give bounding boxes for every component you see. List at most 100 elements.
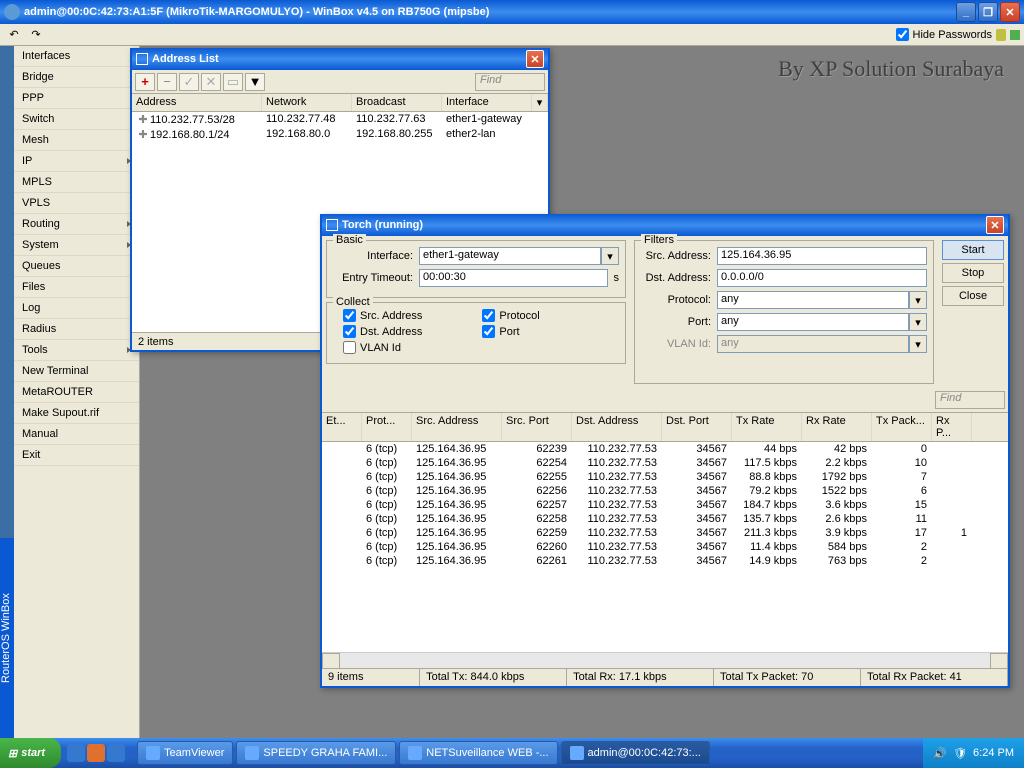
- table-row[interactable]: 6 (tcp)125.164.36.9562239110.232.77.5334…: [322, 442, 1008, 456]
- table-row[interactable]: 6 (tcp)125.164.36.9562258110.232.77.5334…: [322, 512, 1008, 526]
- sidebar-item-log[interactable]: Log: [14, 298, 139, 319]
- hide-passwords-toggle[interactable]: Hide Passwords: [896, 28, 992, 41]
- tray-icon[interactable]: 🔊: [933, 747, 947, 760]
- firefox-icon[interactable]: [87, 744, 105, 762]
- col-header[interactable]: Rx P...: [932, 413, 972, 441]
- tray-icon[interactable]: 🛡: [953, 747, 967, 760]
- torch-close-button[interactable]: ✕: [986, 216, 1004, 234]
- address-list-titlebar[interactable]: Address List ✕: [132, 48, 548, 70]
- sidebar-item-mpls[interactable]: MPLS: [14, 172, 139, 193]
- col-header[interactable]: Rx Rate: [802, 413, 872, 441]
- table-row[interactable]: 6 (tcp)125.164.36.9562257110.232.77.5334…: [322, 498, 1008, 512]
- col-header[interactable]: Prot...: [362, 413, 412, 441]
- col-header[interactable]: Dst. Address: [572, 413, 662, 441]
- taskbar-task[interactable]: SPEEDY GRAHA FAMI...: [236, 741, 396, 765]
- sidebar-item-files[interactable]: Files: [14, 277, 139, 298]
- seconds-unit: s: [614, 272, 620, 284]
- sidebar-item-ppp[interactable]: PPP: [14, 88, 139, 109]
- protocol-dropdown-icon[interactable]: ▾: [909, 291, 927, 309]
- add-button[interactable]: +: [135, 73, 155, 91]
- protocol-combo[interactable]: any: [717, 291, 909, 309]
- start-button[interactable]: Start: [942, 240, 1004, 260]
- taskbar-task[interactable]: NETSuveillance WEB -...: [399, 741, 557, 765]
- interface-combo[interactable]: ether1-gateway: [419, 247, 601, 265]
- interface-dropdown-icon[interactable]: ▾: [601, 247, 619, 265]
- entry-timeout-input[interactable]: 00:00:30: [419, 269, 608, 287]
- sidebar-item-make-supout.rif[interactable]: Make Supout.rif: [14, 403, 139, 424]
- col-header[interactable]: Et...: [322, 413, 362, 441]
- minimize-button[interactable]: _: [956, 2, 976, 22]
- find-input[interactable]: Find: [475, 73, 545, 91]
- sidebar-item-vpls[interactable]: VPLS: [14, 193, 139, 214]
- sidebar-item-queues[interactable]: Queues: [14, 256, 139, 277]
- collect-src-addr[interactable]: Src. Address: [343, 309, 422, 322]
- col-menu-icon[interactable]: ▾: [532, 94, 548, 111]
- port-dropdown-icon[interactable]: ▾: [909, 313, 927, 331]
- hide-passwords-checkbox[interactable]: [896, 28, 909, 41]
- col-header[interactable]: Dst. Port: [662, 413, 732, 441]
- ie-icon[interactable]: [67, 744, 85, 762]
- table-row[interactable]: 6 (tcp)125.164.36.9562259110.232.77.5334…: [322, 526, 1008, 540]
- torch-grid-body[interactable]: 6 (tcp)125.164.36.9562239110.232.77.5334…: [322, 442, 1008, 652]
- maximize-button[interactable]: ❐: [978, 2, 998, 22]
- dst-addr-input[interactable]: 0.0.0.0/0: [717, 269, 927, 287]
- table-row[interactable]: 6 (tcp)125.164.36.9562255110.232.77.5334…: [322, 470, 1008, 484]
- taskbar-task[interactable]: TeamViewer: [137, 741, 233, 765]
- sidebar-item-routing[interactable]: Routing: [14, 214, 139, 235]
- start-button[interactable]: ⊞start: [0, 738, 61, 768]
- disable-button[interactable]: ✕: [201, 73, 221, 91]
- sidebar-item-system[interactable]: System: [14, 235, 139, 256]
- table-row[interactable]: 6 (tcp)125.164.36.9562256110.232.77.5334…: [322, 484, 1008, 498]
- sidebar-item-switch[interactable]: Switch: [14, 109, 139, 130]
- collect-port[interactable]: Port: [482, 325, 539, 338]
- torch-title: Torch (running): [342, 219, 986, 231]
- col-broadcast[interactable]: Broadcast: [352, 94, 442, 111]
- address-list-close-button[interactable]: ✕: [526, 50, 544, 68]
- sidebar-item-bridge[interactable]: Bridge: [14, 67, 139, 88]
- enable-button[interactable]: ✓: [179, 73, 199, 91]
- close-button[interactable]: Close: [942, 286, 1004, 306]
- stop-button[interactable]: Stop: [942, 263, 1004, 283]
- col-header[interactable]: Tx Pack...: [872, 413, 932, 441]
- col-network[interactable]: Network: [262, 94, 352, 111]
- sidebar-item-mesh[interactable]: Mesh: [14, 130, 139, 151]
- table-row[interactable]: ✚110.232.77.53/28110.232.77.48110.232.77…: [132, 112, 548, 127]
- taskbar-task[interactable]: admin@00:0C:42:73:...: [561, 741, 710, 765]
- sidebar-item-ip[interactable]: IP: [14, 151, 139, 172]
- col-header[interactable]: Src. Address: [412, 413, 502, 441]
- col-interface[interactable]: Interface: [442, 94, 532, 111]
- close-button[interactable]: ✕: [1000, 2, 1020, 22]
- remove-button[interactable]: −: [157, 73, 177, 91]
- sidebar-item-tools[interactable]: Tools: [14, 340, 139, 361]
- comment-button[interactable]: ▭: [223, 73, 243, 91]
- torch-find-input[interactable]: Find: [935, 391, 1005, 409]
- filters-fieldset: Filters Src. Address:125.164.36.95 Dst. …: [634, 240, 934, 384]
- port-combo[interactable]: any: [717, 313, 909, 331]
- sidebar-item-exit[interactable]: Exit: [14, 445, 139, 466]
- collect-protocol[interactable]: Protocol: [482, 309, 539, 322]
- collect-dst-addr[interactable]: Dst. Address: [343, 325, 422, 338]
- horizontal-scrollbar[interactable]: [322, 652, 1008, 668]
- col-header[interactable]: Src. Port: [502, 413, 572, 441]
- table-row[interactable]: ✚192.168.80.1/24192.168.80.0192.168.80.2…: [132, 127, 548, 142]
- sidebar-item-manual[interactable]: Manual: [14, 424, 139, 445]
- vlanid-combo: any: [717, 335, 909, 353]
- sidebar-item-new-terminal[interactable]: New Terminal: [14, 361, 139, 382]
- redo-button[interactable]: ↷: [26, 26, 46, 44]
- collect-vlan-id[interactable]: VLAN Id: [343, 341, 422, 354]
- sidebar-item-metarouter[interactable]: MetaROUTER: [14, 382, 139, 403]
- filter-button[interactable]: ▼: [245, 73, 265, 91]
- system-tray[interactable]: 🔊 🛡 6:24 PM: [923, 738, 1024, 768]
- sidebar-item-interfaces[interactable]: Interfaces: [14, 46, 139, 67]
- col-address[interactable]: Address: [132, 94, 262, 111]
- table-row[interactable]: 6 (tcp)125.164.36.9562254110.232.77.5334…: [322, 456, 1008, 470]
- torch-titlebar[interactable]: Torch (running) ✕: [322, 214, 1008, 236]
- undo-button[interactable]: ↶: [4, 26, 24, 44]
- col-header[interactable]: Tx Rate: [732, 413, 802, 441]
- sidebar-item-radius[interactable]: Radius: [14, 319, 139, 340]
- src-addr-input[interactable]: 125.164.36.95: [717, 247, 927, 265]
- explorer-icon[interactable]: [107, 744, 125, 762]
- sidebar-menu: InterfacesBridgePPPSwitchMeshIPMPLSVPLSR…: [14, 46, 140, 738]
- table-row[interactable]: 6 (tcp)125.164.36.9562260110.232.77.5334…: [322, 540, 1008, 554]
- table-row[interactable]: 6 (tcp)125.164.36.9562261110.232.77.5334…: [322, 554, 1008, 568]
